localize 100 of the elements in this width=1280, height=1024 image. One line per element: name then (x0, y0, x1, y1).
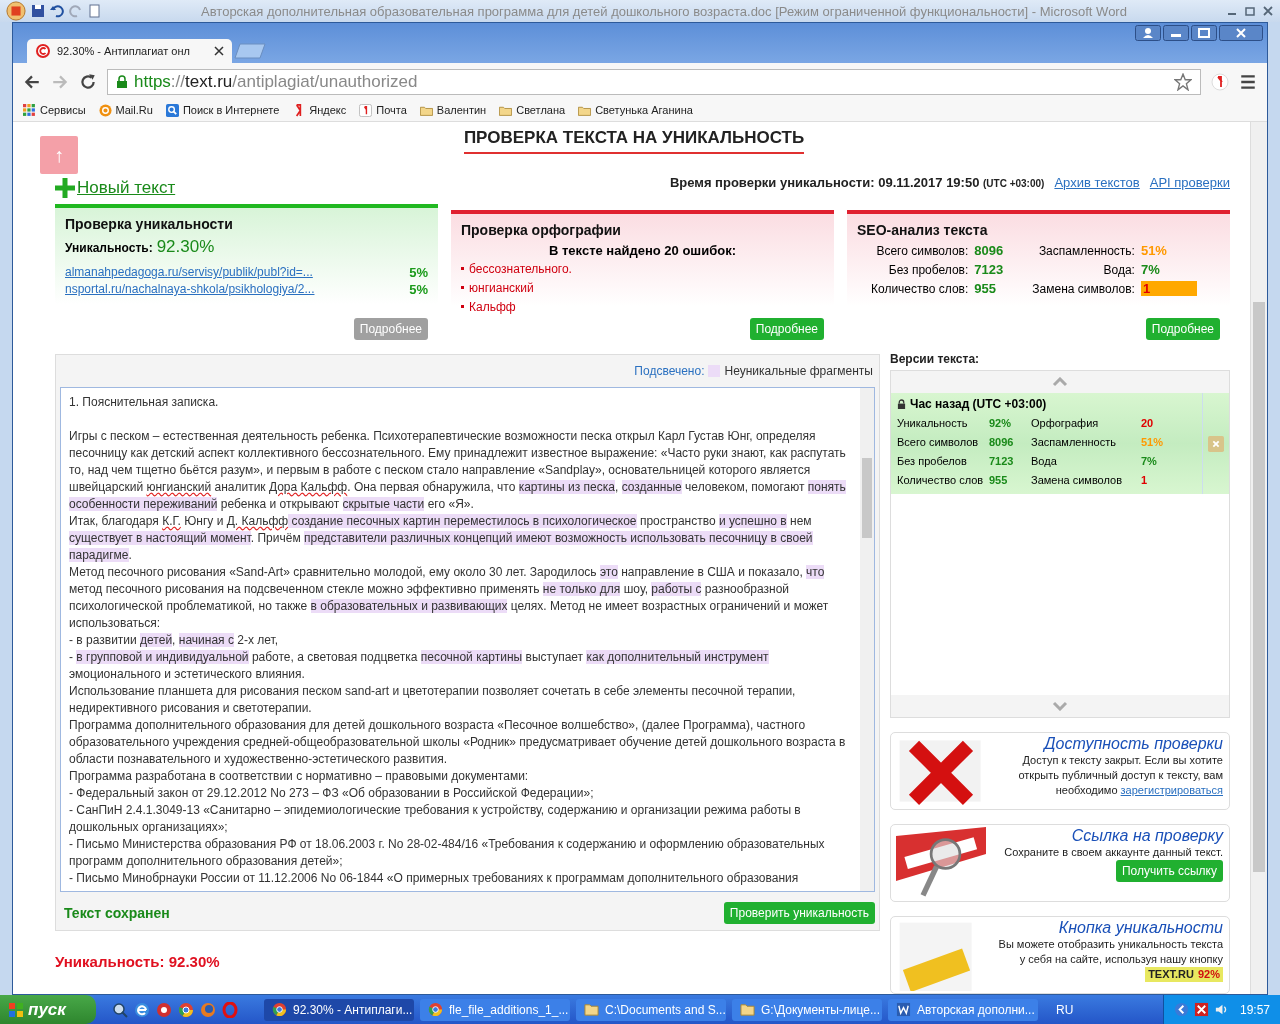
antivirus-icon[interactable] (1193, 1002, 1209, 1017)
browser-e-icon[interactable] (134, 1001, 150, 1018)
stat-value: 955 (974, 281, 997, 296)
tab-title: 92.30% - Антиплагиат онл (57, 45, 191, 57)
stat-label: Заспамленность (1031, 435, 1117, 450)
url-text: https://text.ru/antiplagiat/unauthorized (134, 72, 419, 92)
taskbar-button[interactable]: G:\Документы-лице... (732, 998, 882, 1021)
source-percent: 5% (409, 265, 428, 280)
register-link[interactable]: зарегистрироваться (1120, 784, 1223, 796)
menu-icon[interactable] (1239, 73, 1257, 91)
spelling-error[interactable]: Кальфф (461, 299, 516, 316)
check-uniqueness-button[interactable]: Проверить уникальность (723, 902, 875, 924)
stat-label: Количество слов: (871, 281, 969, 296)
bookmark[interactable]: Почта (359, 103, 407, 117)
bookmark[interactable]: Яндекс (292, 103, 347, 117)
text-paragraph: Программа разработана в соответствии с нормативно – правовыми документами: (69, 768, 530, 785)
text-paragraph: - Федеральный закон от 29.12.2012 No 273 – ФЗ «Об образовании в Российской Федерации»; (69, 785, 595, 802)
details-button[interactable]: Подробнее (1145, 318, 1220, 340)
version-item[interactable]: Час назад (UTC +03:00) Уникальность 92% Орфография 20 Всего символов 8096 Заспамленность 51% Без пробелов 7123 Вода 7% Количество слов 955 Замена символов 1 (891, 393, 1229, 494)
scrollbar[interactable] (860, 388, 874, 891)
stat-value: 7123 (989, 454, 1015, 469)
close-icon[interactable] (214, 46, 224, 56)
stat-label: Без пробелов: (888, 262, 969, 277)
new-text-link[interactable]: Новый текст (55, 178, 176, 198)
text-paragraph: 1. Пояснительная записка. (69, 394, 220, 411)
bookmark[interactable]: Валентин (419, 103, 487, 117)
card-title: Проверка орфографии (461, 222, 622, 238)
page-heading: ПРОВЕРКА ТЕКСТА НА УНИКАЛЬНОСТЬ (463, 122, 805, 154)
bookmark[interactable]: Сервисы (23, 103, 86, 117)
taskbar-button[interactable]: 92.30% - Антиплаги... (264, 998, 414, 1021)
chrome-icon[interactable] (178, 1001, 194, 1018)
round-icon[interactable] (156, 1001, 172, 1018)
restore-icon[interactable] (1244, 5, 1256, 17)
taskbar-button[interactable]: fle_file_additions_1_... (420, 998, 570, 1021)
legend-label: Подсвечено: (634, 364, 705, 378)
uniqueness-result: Уникальность: 92.30% (55, 953, 221, 970)
uniqueness-badge[interactable]: TEXT.RU 92% (1145, 967, 1223, 982)
get-link-button[interactable]: Получить ссылку (1115, 860, 1223, 882)
maximize-icon[interactable] (1191, 25, 1217, 41)
scrollbar[interactable] (1250, 122, 1267, 994)
taskbar-button[interactable]: C:\Documents and S... (576, 998, 726, 1021)
text-paragraph: - в групповой и индивидуальной работе, а световая подцветка песочной картины выступает как дополнительный инструмент эмоционального и эстетического влияния. (69, 649, 770, 683)
address-bar[interactable]: https://text.ru/antiplagiat/unauthorized (107, 69, 1201, 95)
back-icon[interactable] (23, 73, 41, 91)
bookmark[interactable]: Светлана (499, 103, 566, 117)
promo-title: Ссылка на проверку (1071, 827, 1223, 845)
folder-icon (740, 1002, 755, 1017)
apps-grid-icon (23, 103, 36, 117)
close-icon[interactable] (1219, 25, 1263, 41)
taskbar-button[interactable]: Авторская дополни... (888, 998, 1038, 1021)
chevron-left-icon[interactable] (1173, 1002, 1189, 1017)
stat-label: Без пробелов (897, 454, 968, 469)
magnifier-icon[interactable] (112, 1001, 128, 1018)
window-title: Авторская дополнительная образовательная программа для детей дошкольного возраста.doc [Режим ограниченной функциональности] - Microsoft Word (200, 3, 1128, 19)
stat-value: 7123 (974, 262, 1005, 277)
source-link[interactable]: nsportal.ru/nachalnaya-shkola/psikhologiya/2... (65, 282, 315, 297)
promo-title: Кнопка уникальности (1058, 919, 1223, 937)
reload-icon[interactable] (79, 73, 97, 91)
stat-label: Заспамленность: (1038, 243, 1135, 258)
word-document-icon (896, 1002, 911, 1017)
document-icon[interactable] (88, 4, 102, 18)
minimize-icon[interactable] (1163, 25, 1189, 41)
card-title: SEO-анализ текста (857, 222, 989, 238)
stat-value: 8096 (974, 243, 1005, 258)
bookmark[interactable]: Поиск в Интернете (165, 103, 280, 117)
nav-link[interactable]: API проверки (1149, 175, 1230, 190)
spelling-error[interactable]: бессознательного. (461, 261, 572, 278)
spelling-error[interactable]: юнгианский (461, 280, 534, 297)
undo-icon[interactable] (50, 4, 64, 18)
text-paragraph: Использование планшета для рисования песком sand-art и цветотерапии позволяет сочетать в себе элементы песочной терапии, недирективного рисования и светотерапии. (69, 683, 797, 717)
stat-label: Орфография (1031, 416, 1100, 431)
uniqueness-label: Уникальность: (65, 241, 153, 255)
details-button[interactable]: Подробнее (749, 318, 824, 340)
stat-label: Всего символов: (876, 243, 969, 258)
star-icon[interactable] (1174, 73, 1192, 91)
language-indicator[interactable]: RU (1056, 1002, 1074, 1017)
chrome-icon (428, 1002, 443, 1017)
save-icon[interactable] (31, 4, 45, 18)
lock-icon (897, 398, 906, 410)
clock: 19:57 (1239, 1002, 1270, 1017)
stat-value: 8096 (989, 435, 1015, 450)
text-paragraph: Итак, благодаря К.Г. Юнгу и Д. Кальфф создание песочных картин переместилось в психологическое пространство и успешно в нем существует в настоящий момент. Причём представители различных концепций имеют возможность использовать песочницу в своей парадигме. (69, 513, 814, 564)
stat-label: Количество слов (897, 473, 985, 488)
legend-text: Неуникальные фрагменты (724, 364, 873, 378)
bookmark[interactable]: Светунька Аганина (578, 103, 693, 117)
office-logo-icon[interactable] (6, 1, 26, 21)
browser-tab[interactable]: 92.30% - Антиплагиат онл (27, 39, 232, 63)
error-summary: В тексте найдено 20 ошибок: (548, 243, 737, 258)
bookmark[interactable]: Mail.Ru (98, 103, 153, 117)
user-icon[interactable] (1135, 25, 1161, 41)
versions-title: Версии текста: (890, 352, 981, 366)
plus-icon (55, 178, 75, 198)
yandex-icon[interactable] (1211, 73, 1229, 91)
nav-link[interactable]: Архив текстов (1054, 175, 1140, 190)
uniqueness-value: 92.30% (156, 237, 215, 257)
start-button[interactable]: пуск (0, 995, 96, 1024)
stat-label: Уникальность (897, 416, 969, 431)
text-paragraph: - Письмо Минобрнауки России от 11.12.2006 No 06-1844 «О примерных требованиях к программам дополнительного образования (69, 870, 800, 887)
source-link[interactable]: almanahpedagoga.ru/servisy/publik/publ?id=... (65, 265, 313, 280)
stat-label: Замена символов: (1032, 281, 1135, 296)
